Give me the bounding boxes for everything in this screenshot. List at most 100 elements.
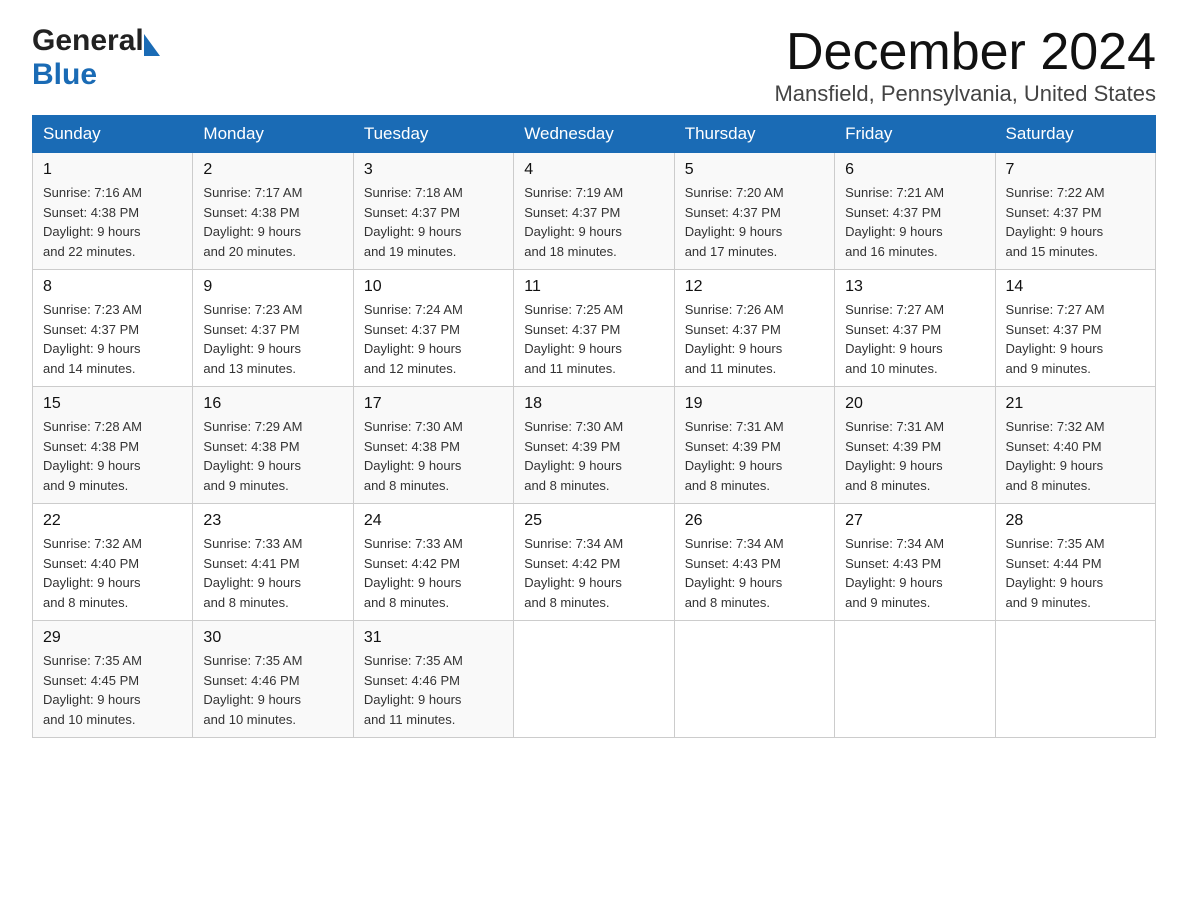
day-info: Sunrise: 7:31 AM Sunset: 4:39 PM Dayligh…: [685, 417, 824, 495]
calendar-title: December 2024: [774, 24, 1156, 81]
calendar-cell: 10Sunrise: 7:24 AM Sunset: 4:37 PM Dayli…: [353, 270, 513, 387]
day-info: Sunrise: 7:35 AM Sunset: 4:46 PM Dayligh…: [364, 651, 503, 729]
calendar-cell: [835, 621, 995, 738]
day-number: 5: [685, 161, 824, 179]
day-info: Sunrise: 7:21 AM Sunset: 4:37 PM Dayligh…: [845, 183, 984, 261]
day-number: 30: [203, 629, 342, 647]
calendar-cell: 18 Sunrise: 7:30 AM Sunset: 4:39 PM Dayli…: [514, 387, 674, 504]
page-header: General Blue December 2024 Mansfield, Pe…: [32, 24, 1156, 107]
calendar-cell: 29Sunrise: 7:35 AM Sunset: 4:45 PM Dayli…: [33, 621, 193, 738]
day-info: Sunrise: 7:34 AM Sunset: 4:43 PM Dayligh…: [685, 534, 824, 612]
calendar-cell: 31 Sunrise: 7:35 AM Sunset: 4:46 PM Dayli…: [353, 621, 513, 738]
day-info: Sunrise: 7:25 AM Sunset: 4:37 PM Dayligh…: [524, 300, 663, 378]
day-info: Sunrise: 7:34 AM Sunset: 4:43 PM Dayligh…: [845, 534, 984, 612]
calendar-cell: 1Sunrise: 7:16 AM Sunset: 4:38 PM Daylig…: [33, 153, 193, 270]
calendar-cell: 30 Sunrise: 7:35 AM Sunset: 4:46 PM Dayli…: [193, 621, 353, 738]
logo-general-text: General: [32, 24, 144, 58]
calendar-cell: 13Sunrise: 7:27 AM Sunset: 4:37 PM Dayli…: [835, 270, 995, 387]
calendar-cell: 19 Sunrise: 7:31 AM Sunset: 4:39 PM Dayli…: [674, 387, 834, 504]
day-number: 19: [685, 395, 824, 413]
calendar-cell: 17 Sunrise: 7:30 AM Sunset: 4:38 PM Dayli…: [353, 387, 513, 504]
day-number: 17: [364, 395, 503, 413]
logo-blue-text: Blue: [32, 58, 97, 92]
day-number: 3: [364, 161, 503, 179]
calendar-cell: 12Sunrise: 7:26 AM Sunset: 4:37 PM Dayli…: [674, 270, 834, 387]
logo-arrow-icon: [144, 34, 160, 56]
col-wednesday: Wednesday: [514, 116, 674, 153]
calendar-cell: 11 Sunrise: 7:25 AM Sunset: 4:37 PM Dayli…: [514, 270, 674, 387]
calendar-cell: 26 Sunrise: 7:34 AM Sunset: 4:43 PM Dayli…: [674, 504, 834, 621]
calendar-cell: 21 Sunrise: 7:32 AM Sunset: 4:40 PM Dayli…: [995, 387, 1155, 504]
day-number: 31: [364, 629, 503, 647]
calendar-cell: [995, 621, 1155, 738]
calendar-cell: 16Sunrise: 7:29 AM Sunset: 4:38 PM Dayli…: [193, 387, 353, 504]
day-number: 24: [364, 512, 503, 530]
calendar-cell: 27Sunrise: 7:34 AM Sunset: 4:43 PM Dayli…: [835, 504, 995, 621]
day-info: Sunrise: 7:26 AM Sunset: 4:37 PM Dayligh…: [685, 300, 824, 378]
day-number: 8: [43, 278, 182, 296]
logo: General Blue: [32, 24, 160, 92]
day-info: Sunrise: 7:18 AM Sunset: 4:37 PM Dayligh…: [364, 183, 503, 261]
calendar-cell: 24 Sunrise: 7:33 AM Sunset: 4:42 PM Dayli…: [353, 504, 513, 621]
day-number: 23: [203, 512, 342, 530]
calendar-cell: 8 Sunrise: 7:23 AM Sunset: 4:37 PM Daylig…: [33, 270, 193, 387]
day-info: Sunrise: 7:17 AM Sunset: 4:38 PM Dayligh…: [203, 183, 342, 261]
day-number: 6: [845, 161, 984, 179]
calendar-week-row: 8 Sunrise: 7:23 AM Sunset: 4:37 PM Daylig…: [33, 270, 1156, 387]
calendar-cell: 6 Sunrise: 7:21 AM Sunset: 4:37 PM Daylig…: [835, 153, 995, 270]
day-info: Sunrise: 7:22 AM Sunset: 4:37 PM Dayligh…: [1006, 183, 1145, 261]
day-info: Sunrise: 7:33 AM Sunset: 4:42 PM Dayligh…: [364, 534, 503, 612]
calendar-cell: 14 Sunrise: 7:27 AM Sunset: 4:37 PM Dayli…: [995, 270, 1155, 387]
day-info: Sunrise: 7:33 AM Sunset: 4:41 PM Dayligh…: [203, 534, 342, 612]
day-number: 21: [1006, 395, 1145, 413]
day-info: Sunrise: 7:23 AM Sunset: 4:37 PM Dayligh…: [43, 300, 182, 378]
day-info: Sunrise: 7:32 AM Sunset: 4:40 PM Dayligh…: [43, 534, 182, 612]
day-number: 9: [203, 278, 342, 296]
calendar-cell: 7 Sunrise: 7:22 AM Sunset: 4:37 PM Daylig…: [995, 153, 1155, 270]
day-info: Sunrise: 7:29 AM Sunset: 4:38 PM Dayligh…: [203, 417, 342, 495]
calendar-cell: 5Sunrise: 7:20 AM Sunset: 4:37 PM Daylig…: [674, 153, 834, 270]
calendar-cell: 9 Sunrise: 7:23 AM Sunset: 4:37 PM Daylig…: [193, 270, 353, 387]
calendar-cell: [674, 621, 834, 738]
calendar-cell: 25 Sunrise: 7:34 AM Sunset: 4:42 PM Dayli…: [514, 504, 674, 621]
day-info: Sunrise: 7:31 AM Sunset: 4:39 PM Dayligh…: [845, 417, 984, 495]
day-info: Sunrise: 7:30 AM Sunset: 4:39 PM Dayligh…: [524, 417, 663, 495]
calendar-cell: 4Sunrise: 7:19 AM Sunset: 4:37 PM Daylig…: [514, 153, 674, 270]
day-info: Sunrise: 7:34 AM Sunset: 4:42 PM Dayligh…: [524, 534, 663, 612]
day-info: Sunrise: 7:30 AM Sunset: 4:38 PM Dayligh…: [364, 417, 503, 495]
day-number: 26: [685, 512, 824, 530]
calendar-cell: 20 Sunrise: 7:31 AM Sunset: 4:39 PM Dayli…: [835, 387, 995, 504]
day-number: 18: [524, 395, 663, 413]
day-info: Sunrise: 7:35 AM Sunset: 4:44 PM Dayligh…: [1006, 534, 1145, 612]
day-number: 20: [845, 395, 984, 413]
calendar-week-row: 15Sunrise: 7:28 AM Sunset: 4:38 PM Dayli…: [33, 387, 1156, 504]
day-info: Sunrise: 7:32 AM Sunset: 4:40 PM Dayligh…: [1006, 417, 1145, 495]
calendar-cell: 3 Sunrise: 7:18 AM Sunset: 4:37 PM Daylig…: [353, 153, 513, 270]
calendar-week-row: 1Sunrise: 7:16 AM Sunset: 4:38 PM Daylig…: [33, 153, 1156, 270]
day-info: Sunrise: 7:27 AM Sunset: 4:37 PM Dayligh…: [1006, 300, 1145, 378]
day-number: 22: [43, 512, 182, 530]
calendar-cell: 22 Sunrise: 7:32 AM Sunset: 4:40 PM Dayli…: [33, 504, 193, 621]
day-info: Sunrise: 7:28 AM Sunset: 4:38 PM Dayligh…: [43, 417, 182, 495]
day-number: 28: [1006, 512, 1145, 530]
col-sunday: Sunday: [33, 116, 193, 153]
day-number: 25: [524, 512, 663, 530]
col-thursday: Thursday: [674, 116, 834, 153]
day-info: Sunrise: 7:23 AM Sunset: 4:37 PM Dayligh…: [203, 300, 342, 378]
calendar-cell: 2Sunrise: 7:17 AM Sunset: 4:38 PM Daylig…: [193, 153, 353, 270]
calendar-subtitle: Mansfield, Pennsylvania, United States: [774, 81, 1156, 107]
day-number: 4: [524, 161, 663, 179]
day-number: 14: [1006, 278, 1145, 296]
calendar-week-row: 22 Sunrise: 7:32 AM Sunset: 4:40 PM Dayli…: [33, 504, 1156, 621]
calendar-cell: 15Sunrise: 7:28 AM Sunset: 4:38 PM Dayli…: [33, 387, 193, 504]
col-monday: Monday: [193, 116, 353, 153]
col-friday: Friday: [835, 116, 995, 153]
calendar-cell: 23 Sunrise: 7:33 AM Sunset: 4:41 PM Dayli…: [193, 504, 353, 621]
col-tuesday: Tuesday: [353, 116, 513, 153]
day-number: 7: [1006, 161, 1145, 179]
day-info: Sunrise: 7:35 AM Sunset: 4:46 PM Dayligh…: [203, 651, 342, 729]
calendar-cell: [514, 621, 674, 738]
calendar-title-block: December 2024 Mansfield, Pennsylvania, U…: [774, 24, 1156, 107]
day-number: 29: [43, 629, 182, 647]
day-number: 11: [524, 278, 663, 296]
